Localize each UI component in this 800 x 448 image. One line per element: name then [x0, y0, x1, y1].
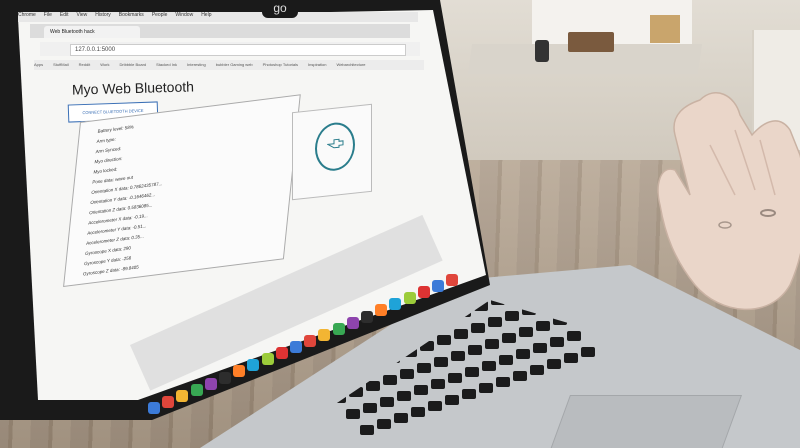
keyboard-key [502, 333, 516, 343]
dock-app-icon[interactable] [247, 359, 260, 372]
keyboard-key [499, 355, 513, 365]
keyboard-key [360, 425, 374, 435]
bookmark-item[interactable]: Stacked Ink [156, 62, 177, 67]
dock-app-icon[interactable] [361, 310, 373, 323]
dock-app-icon[interactable] [162, 395, 175, 408]
pose-circle [315, 120, 355, 173]
bookmark-item[interactable]: Reddit [79, 62, 91, 67]
bookmark-item[interactable]: Dribbble Board [119, 62, 146, 67]
dock-app-icon[interactable] [233, 365, 246, 378]
keyboard-key [513, 371, 527, 381]
bookmark-item[interactable]: Apps [34, 62, 43, 67]
dock-app-icon[interactable] [304, 334, 317, 347]
cork-board [650, 15, 680, 43]
menubar-item[interactable]: File [44, 12, 52, 18]
keyboard-key [550, 337, 564, 347]
dock-app-icon[interactable] [446, 273, 459, 286]
trackpad [549, 395, 743, 448]
keyboard-key [536, 321, 550, 331]
page-title: Myo Web Bluetooth [71, 78, 195, 98]
menubar-item[interactable]: Chrome [18, 12, 36, 18]
waving-hand [657, 92, 800, 311]
dock-app-icon[interactable] [204, 377, 217, 390]
keyboard-key [564, 353, 578, 363]
dock-app-icon[interactable] [403, 292, 416, 305]
keyboard-key [533, 343, 547, 353]
keyboard-key [346, 409, 360, 419]
dock-app-icon[interactable] [432, 280, 444, 292]
photo-scene: Chrome File Edit View History Bookmarks People… [0, 0, 800, 448]
mac-menubar: Chrome File Edit View History Bookmarks People… [18, 12, 418, 22]
bookmark-item[interactable]: bubbler Gaming web [216, 62, 253, 67]
keyboard-key [377, 419, 391, 429]
keyboard-key [516, 349, 530, 359]
menubar-item[interactable]: View [76, 12, 87, 18]
bookmark-item[interactable]: StuffMail [53, 62, 69, 67]
keyboard-key [581, 347, 595, 357]
bookmark-item[interactable]: Work [100, 62, 109, 67]
url-input[interactable]: 127.0.0.1:5000 [70, 44, 406, 56]
menubar-item[interactable]: History [95, 12, 111, 18]
dock-app-icon[interactable] [375, 304, 388, 317]
wooden-box [568, 32, 614, 52]
keyboard-key [505, 311, 519, 321]
dock-app-icon[interactable] [389, 298, 402, 311]
dock-app-icon[interactable] [190, 383, 203, 396]
dock-app-icon[interactable] [346, 316, 359, 329]
keyboard-key [567, 331, 581, 341]
menubar-item[interactable]: People [152, 12, 168, 18]
keyboard-key [394, 413, 408, 423]
go-logo-icon: go [262, 0, 298, 18]
dock-app-icon[interactable] [219, 371, 231, 384]
menubar-item[interactable]: Help [201, 12, 211, 18]
dock-app-icon[interactable] [176, 389, 189, 402]
keyboard-key [482, 361, 496, 371]
keyboard-key [485, 339, 499, 349]
bookmark-item[interactable]: Inspiration [308, 62, 326, 67]
keyboard-key [547, 359, 561, 369]
tab-active[interactable]: Web Bluetooth hack [44, 26, 140, 38]
keyboard-key [488, 317, 502, 327]
bookmark-item[interactable]: Photoshop Tutorials [263, 62, 298, 67]
dock-app-icon[interactable] [318, 328, 331, 341]
menubar-item[interactable]: Bookmarks [119, 12, 144, 18]
dock-app-icon[interactable] [332, 322, 345, 335]
bookmark-item[interactable]: Webarchitecture [336, 62, 365, 67]
dock-app-icon[interactable] [261, 353, 274, 366]
sensor-data-panel: Battery level: 58% Arm type: Arm Synced: My… [63, 94, 301, 288]
dock-app-icon[interactable] [275, 347, 288, 360]
bookmarks-bar: Apps StuffMail Reddit Work Dribbble Board Sta… [34, 60, 424, 70]
menubar-item[interactable]: Window [175, 12, 193, 18]
pose-panel [292, 103, 372, 201]
keyboard-key [479, 383, 493, 393]
keyboard-key [496, 377, 510, 387]
dock-app-icon[interactable] [417, 286, 430, 299]
bookmark-item[interactable]: Interesting [187, 62, 206, 67]
menubar-item[interactable]: Edit [60, 12, 69, 18]
keyboard-key [519, 327, 533, 337]
dock-app-icon[interactable] [148, 402, 160, 414]
bottle [535, 40, 549, 62]
dock-icons [138, 273, 478, 414]
wave-out-hand-icon [327, 138, 344, 149]
dock-app-icon[interactable] [290, 341, 302, 353]
keyboard-key [530, 365, 544, 375]
